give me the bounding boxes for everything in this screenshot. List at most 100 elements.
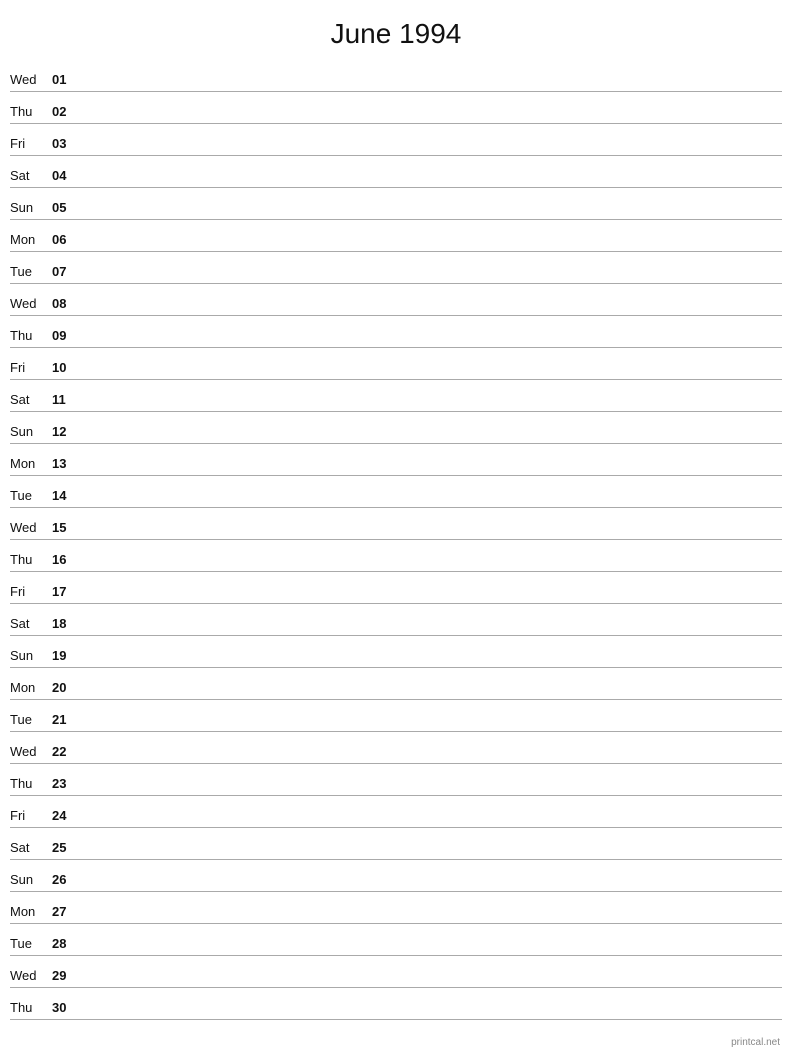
day-name: Sun: [10, 648, 52, 665]
day-number: 10: [52, 360, 80, 377]
day-name: Fri: [10, 584, 52, 601]
table-row: Thu16: [10, 540, 782, 572]
day-line: [80, 728, 782, 729]
day-number: 27: [52, 904, 80, 921]
day-line: [80, 856, 782, 857]
day-line: [80, 344, 782, 345]
day-line: [80, 472, 782, 473]
table-row: Wed15: [10, 508, 782, 540]
table-row: Thu02: [10, 92, 782, 124]
day-number: 17: [52, 584, 80, 601]
day-name: Sat: [10, 168, 52, 185]
day-line: [80, 216, 782, 217]
table-row: Fri24: [10, 796, 782, 828]
day-line: [80, 568, 782, 569]
table-row: Thu30: [10, 988, 782, 1020]
day-number: 15: [52, 520, 80, 537]
day-line: [80, 824, 782, 825]
day-name: Mon: [10, 904, 52, 921]
day-number: 24: [52, 808, 80, 825]
day-name: Mon: [10, 232, 52, 249]
day-number: 16: [52, 552, 80, 569]
day-name: Wed: [10, 744, 52, 761]
day-number: 12: [52, 424, 80, 441]
table-row: Wed22: [10, 732, 782, 764]
day-line: [80, 696, 782, 697]
page-title: June 1994: [0, 0, 792, 60]
day-name: Wed: [10, 296, 52, 313]
day-name: Fri: [10, 136, 52, 153]
calendar-list: Wed01Thu02Fri03Sat04Sun05Mon06Tue07Wed08…: [0, 60, 792, 1020]
day-name: Sat: [10, 392, 52, 409]
day-line: [80, 664, 782, 665]
day-name: Wed: [10, 520, 52, 537]
day-number: 01: [52, 72, 80, 89]
table-row: Mon27: [10, 892, 782, 924]
table-row: Tue28: [10, 924, 782, 956]
table-row: Sat11: [10, 380, 782, 412]
day-line: [80, 88, 782, 89]
day-number: 28: [52, 936, 80, 953]
day-name: Wed: [10, 72, 52, 89]
day-line: [80, 408, 782, 409]
day-number: 19: [52, 648, 80, 665]
table-row: Mon13: [10, 444, 782, 476]
day-number: 13: [52, 456, 80, 473]
day-line: [80, 984, 782, 985]
day-number: 21: [52, 712, 80, 729]
table-row: Fri10: [10, 348, 782, 380]
day-number: 11: [52, 392, 80, 409]
day-line: [80, 184, 782, 185]
day-name: Thu: [10, 328, 52, 345]
day-line: [80, 1016, 782, 1017]
day-number: 20: [52, 680, 80, 697]
table-row: Thu09: [10, 316, 782, 348]
day-name: Thu: [10, 776, 52, 793]
day-number: 03: [52, 136, 80, 153]
day-number: 26: [52, 872, 80, 889]
day-line: [80, 536, 782, 537]
day-name: Tue: [10, 488, 52, 505]
day-line: [80, 504, 782, 505]
table-row: Tue14: [10, 476, 782, 508]
table-row: Mon06: [10, 220, 782, 252]
day-line: [80, 280, 782, 281]
table-row: Fri03: [10, 124, 782, 156]
table-row: Wed08: [10, 284, 782, 316]
day-name: Tue: [10, 712, 52, 729]
day-number: 25: [52, 840, 80, 857]
day-line: [80, 248, 782, 249]
day-number: 04: [52, 168, 80, 185]
day-line: [80, 312, 782, 313]
day-number: 22: [52, 744, 80, 761]
day-number: 23: [52, 776, 80, 793]
day-name: Sat: [10, 616, 52, 633]
day-number: 09: [52, 328, 80, 345]
day-name: Thu: [10, 104, 52, 121]
day-name: Wed: [10, 968, 52, 985]
table-row: Sat04: [10, 156, 782, 188]
footer-text: printcal.net: [731, 1037, 780, 1048]
table-row: Sun05: [10, 188, 782, 220]
day-line: [80, 952, 782, 953]
day-number: 06: [52, 232, 80, 249]
day-name: Thu: [10, 552, 52, 569]
day-line: [80, 792, 782, 793]
table-row: Tue21: [10, 700, 782, 732]
day-number: 18: [52, 616, 80, 633]
table-row: Sun12: [10, 412, 782, 444]
day-name: Sun: [10, 872, 52, 889]
day-line: [80, 120, 782, 121]
table-row: Wed01: [10, 60, 782, 92]
day-number: 02: [52, 104, 80, 121]
day-line: [80, 152, 782, 153]
day-name: Fri: [10, 360, 52, 377]
day-number: 08: [52, 296, 80, 313]
table-row: Mon20: [10, 668, 782, 700]
table-row: Sun26: [10, 860, 782, 892]
table-row: Thu23: [10, 764, 782, 796]
day-line: [80, 760, 782, 761]
day-number: 29: [52, 968, 80, 985]
table-row: Fri17: [10, 572, 782, 604]
day-number: 07: [52, 264, 80, 281]
